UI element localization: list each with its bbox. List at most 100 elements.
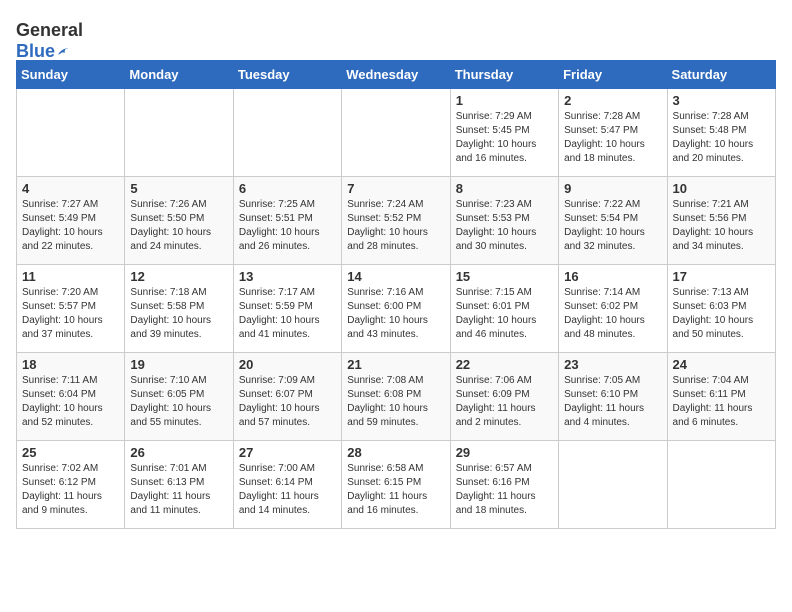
- day-info: Sunrise: 7:21 AM Sunset: 5:56 PM Dayligh…: [673, 198, 770, 254]
- calendar-cell: 18 Sunrise: 7:11 AM Sunset: 6:04 PM Dayli…: [17, 353, 125, 441]
- day-number: 1: [456, 93, 553, 108]
- day-info: Sunrise: 7:05 AM Sunset: 6:10 PM Dayligh…: [564, 374, 661, 430]
- weekday-header-friday: Friday: [559, 61, 667, 89]
- calendar-cell: [17, 89, 125, 177]
- calendar-cell: 20 Sunrise: 7:09 AM Sunset: 6:07 PM Dayli…: [233, 353, 341, 441]
- calendar-cell: 12 Sunrise: 7:18 AM Sunset: 5:58 PM Dayli…: [125, 265, 233, 353]
- day-info: Sunrise: 7:28 AM Sunset: 5:48 PM Dayligh…: [673, 110, 770, 166]
- day-number: 13: [239, 269, 336, 284]
- weekday-header-sunday: Sunday: [17, 61, 125, 89]
- day-number: 18: [22, 357, 119, 372]
- calendar-cell: [559, 441, 667, 529]
- day-number: 19: [130, 357, 227, 372]
- calendar-cell: 27 Sunrise: 7:00 AM Sunset: 6:14 PM Dayli…: [233, 441, 341, 529]
- calendar-cell: 22 Sunrise: 7:06 AM Sunset: 6:09 PM Dayli…: [450, 353, 558, 441]
- calendar-cell: 17 Sunrise: 7:13 AM Sunset: 6:03 PM Dayli…: [667, 265, 775, 353]
- day-info: Sunrise: 7:26 AM Sunset: 5:50 PM Dayligh…: [130, 198, 227, 254]
- day-number: 29: [456, 445, 553, 460]
- weekday-header-wednesday: Wednesday: [342, 61, 450, 89]
- calendar-cell: 21 Sunrise: 7:08 AM Sunset: 6:08 PM Dayli…: [342, 353, 450, 441]
- calendar-cell: 29 Sunrise: 6:57 AM Sunset: 6:16 PM Dayli…: [450, 441, 558, 529]
- day-info: Sunrise: 6:58 AM Sunset: 6:15 PM Dayligh…: [347, 462, 444, 518]
- calendar-cell: [667, 441, 775, 529]
- day-info: Sunrise: 7:29 AM Sunset: 5:45 PM Dayligh…: [456, 110, 553, 166]
- calendar-week-5: 25 Sunrise: 7:02 AM Sunset: 6:12 PM Dayli…: [17, 441, 776, 529]
- day-info: Sunrise: 7:17 AM Sunset: 5:59 PM Dayligh…: [239, 286, 336, 342]
- day-number: 11: [22, 269, 119, 284]
- day-number: 14: [347, 269, 444, 284]
- day-info: Sunrise: 7:02 AM Sunset: 6:12 PM Dayligh…: [22, 462, 119, 518]
- calendar-cell: 5 Sunrise: 7:26 AM Sunset: 5:50 PM Daylig…: [125, 177, 233, 265]
- day-info: Sunrise: 7:01 AM Sunset: 6:13 PM Dayligh…: [130, 462, 227, 518]
- day-number: 21: [347, 357, 444, 372]
- day-number: 8: [456, 181, 553, 196]
- day-number: 2: [564, 93, 661, 108]
- day-info: Sunrise: 7:09 AM Sunset: 6:07 PM Dayligh…: [239, 374, 336, 430]
- day-number: 27: [239, 445, 336, 460]
- calendar-cell: 2 Sunrise: 7:28 AM Sunset: 5:47 PM Daylig…: [559, 89, 667, 177]
- day-info: Sunrise: 7:13 AM Sunset: 6:03 PM Dayligh…: [673, 286, 770, 342]
- day-number: 17: [673, 269, 770, 284]
- day-info: Sunrise: 7:28 AM Sunset: 5:47 PM Dayligh…: [564, 110, 661, 166]
- weekday-header-monday: Monday: [125, 61, 233, 89]
- calendar-week-1: 1 Sunrise: 7:29 AM Sunset: 5:45 PM Daylig…: [17, 89, 776, 177]
- weekday-header-tuesday: Tuesday: [233, 61, 341, 89]
- day-number: 9: [564, 181, 661, 196]
- day-info: Sunrise: 7:22 AM Sunset: 5:54 PM Dayligh…: [564, 198, 661, 254]
- calendar-cell: 19 Sunrise: 7:10 AM Sunset: 6:05 PM Dayli…: [125, 353, 233, 441]
- calendar-cell: [125, 89, 233, 177]
- day-number: 20: [239, 357, 336, 372]
- day-info: Sunrise: 7:24 AM Sunset: 5:52 PM Dayligh…: [347, 198, 444, 254]
- day-info: Sunrise: 7:08 AM Sunset: 6:08 PM Dayligh…: [347, 374, 444, 430]
- day-number: 5: [130, 181, 227, 196]
- day-number: 15: [456, 269, 553, 284]
- calendar-cell: 9 Sunrise: 7:22 AM Sunset: 5:54 PM Daylig…: [559, 177, 667, 265]
- day-number: 10: [673, 181, 770, 196]
- day-info: Sunrise: 7:10 AM Sunset: 6:05 PM Dayligh…: [130, 374, 227, 430]
- day-number: 3: [673, 93, 770, 108]
- day-info: Sunrise: 7:00 AM Sunset: 6:14 PM Dayligh…: [239, 462, 336, 518]
- calendar-cell: 15 Sunrise: 7:15 AM Sunset: 6:01 PM Dayli…: [450, 265, 558, 353]
- day-info: Sunrise: 7:16 AM Sunset: 6:00 PM Dayligh…: [347, 286, 444, 342]
- logo-general: General: [16, 20, 83, 40]
- calendar-cell: 11 Sunrise: 7:20 AM Sunset: 5:57 PM Dayli…: [17, 265, 125, 353]
- calendar-week-2: 4Sunrise: 7:27 AM Sunset: 5:49 PM Daylig…: [17, 177, 776, 265]
- logo: General Blue: [16, 20, 68, 60]
- day-number: 12: [130, 269, 227, 284]
- calendar-week-4: 18 Sunrise: 7:11 AM Sunset: 6:04 PM Dayli…: [17, 353, 776, 441]
- calendar-cell: 3 Sunrise: 7:28 AM Sunset: 5:48 PM Daylig…: [667, 89, 775, 177]
- calendar-cell: 10 Sunrise: 7:21 AM Sunset: 5:56 PM Dayli…: [667, 177, 775, 265]
- logo-bird-icon: [57, 42, 68, 62]
- day-number: 28: [347, 445, 444, 460]
- day-number: 23: [564, 357, 661, 372]
- calendar-week-3: 11 Sunrise: 7:20 AM Sunset: 5:57 PM Dayli…: [17, 265, 776, 353]
- day-info: Sunrise: 7:11 AM Sunset: 6:04 PM Dayligh…: [22, 374, 119, 430]
- day-number: 25: [22, 445, 119, 460]
- day-info: Sunrise: 7:18 AM Sunset: 5:58 PM Dayligh…: [130, 286, 227, 342]
- day-number: 26: [130, 445, 227, 460]
- calendar-cell: 6 Sunrise: 7:25 AM Sunset: 5:51 PM Daylig…: [233, 177, 341, 265]
- calendar-cell: 24Sunrise: 7:04 AM Sunset: 6:11 PM Dayli…: [667, 353, 775, 441]
- calendar-cell: 28 Sunrise: 6:58 AM Sunset: 6:15 PM Dayli…: [342, 441, 450, 529]
- calendar-cell: 26 Sunrise: 7:01 AM Sunset: 6:13 PM Dayli…: [125, 441, 233, 529]
- day-info: Sunrise: 7:06 AM Sunset: 6:09 PM Dayligh…: [456, 374, 553, 430]
- day-info: Sunrise: 6:57 AM Sunset: 6:16 PM Dayligh…: [456, 462, 553, 518]
- calendar-cell: 8 Sunrise: 7:23 AM Sunset: 5:53 PM Daylig…: [450, 177, 558, 265]
- day-info: Sunrise: 7:25 AM Sunset: 5:51 PM Dayligh…: [239, 198, 336, 254]
- day-number: 24: [673, 357, 770, 372]
- day-number: 22: [456, 357, 553, 372]
- calendar-cell: [342, 89, 450, 177]
- calendar-cell: 1 Sunrise: 7:29 AM Sunset: 5:45 PM Daylig…: [450, 89, 558, 177]
- day-info: Sunrise: 7:20 AM Sunset: 5:57 PM Dayligh…: [22, 286, 119, 342]
- day-info: Sunrise: 7:14 AM Sunset: 6:02 PM Dayligh…: [564, 286, 661, 342]
- day-number: 4: [22, 181, 119, 196]
- day-info: Sunrise: 7:23 AM Sunset: 5:53 PM Dayligh…: [456, 198, 553, 254]
- day-number: 16: [564, 269, 661, 284]
- weekday-header-row: SundayMondayTuesdayWednesdayThursdayFrid…: [17, 61, 776, 89]
- calendar-cell: 25 Sunrise: 7:02 AM Sunset: 6:12 PM Dayli…: [17, 441, 125, 529]
- calendar-cell: 14 Sunrise: 7:16 AM Sunset: 6:00 PM Dayli…: [342, 265, 450, 353]
- logo-blue-text: Blue: [16, 41, 55, 62]
- weekday-header-thursday: Thursday: [450, 61, 558, 89]
- day-info: Sunrise: 7:15 AM Sunset: 6:01 PM Dayligh…: [456, 286, 553, 342]
- day-number: 6: [239, 181, 336, 196]
